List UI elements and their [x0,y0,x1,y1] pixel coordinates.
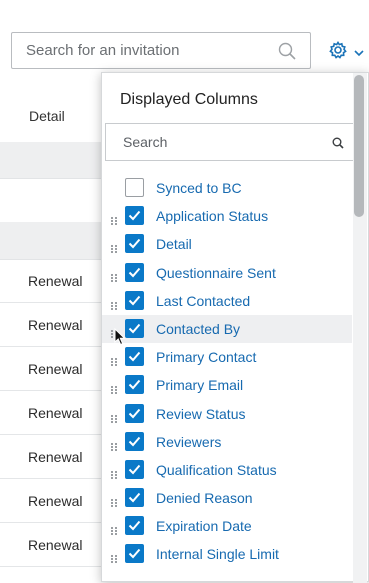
checkmark-icon [128,239,141,249]
drag-handle-icon[interactable] [111,494,117,512]
scrollbar-thumb[interactable] [354,75,364,217]
column-checkbox[interactable] [125,459,144,479]
checkmark-icon [128,436,141,447]
column-option-label: Questionnaire Sent [156,264,276,281]
drag-handle-icon[interactable] [111,212,117,230]
column-option[interactable]: Application Status [102,202,352,230]
column-option-label: Detail [156,236,192,253]
drag-handle-icon[interactable] [111,522,117,540]
row-type: Renewal [28,273,83,289]
checkmark-icon [128,492,141,503]
column-search-box[interactable] [105,123,357,161]
column-search-input[interactable] [106,124,356,160]
checkmark-icon [128,295,141,306]
row-type: Renewal [28,405,83,421]
column-option-list: Synced to BC Application Status Detail Ques… [102,174,352,569]
displayed-columns-panel: Displayed Columns Synced to BC Applicatio… [101,72,369,583]
column-option-label: Review Status [156,405,246,422]
column-option[interactable]: Denied Reason [102,484,352,512]
column-header-detail[interactable]: Detail [29,108,65,124]
checkmark-icon [128,211,141,221]
checkmark-icon [128,464,141,475]
column-option[interactable]: Synced to BC [102,174,352,202]
drag-handle-icon[interactable] [111,438,117,456]
column-option[interactable]: Questionnaire Sent [102,259,352,287]
gear-icon [328,40,348,65]
checkmark-icon [128,549,141,559]
drag-handle-icon[interactable] [111,381,117,399]
column-option-label: Last Contacted [156,292,251,309]
panel-title: Displayed Columns [120,91,258,108]
drag-handle-icon[interactable] [111,240,117,258]
column-checkbox[interactable] [125,318,144,338]
row-type: Renewal [28,449,83,465]
column-option-label: Synced to BC [156,180,242,196]
column-option-label: Contacted By [156,320,241,337]
column-option-label: Primary Contact [156,349,257,366]
column-option-label: Primary Email [156,377,244,394]
column-checkbox[interactable] [125,178,144,197]
column-checkbox[interactable] [125,234,144,254]
column-checkbox[interactable] [125,347,144,367]
chevron-down-icon [354,44,364,62]
checkmark-icon [128,267,141,278]
column-option-label: Denied Reason [156,490,253,507]
column-option[interactable]: Review Status [102,400,352,428]
drag-handle-icon[interactable] [111,269,117,287]
column-option-label: Reviewers [156,433,222,450]
checkmark-icon [128,351,141,362]
drag-handle-icon[interactable] [111,410,117,428]
column-checkbox[interactable] [125,262,144,282]
column-option-label: Internal Single Limit [156,546,279,563]
column-option[interactable]: Internal Single Limit [102,540,352,568]
column-option-label: Application Status [156,208,269,225]
mouse-cursor-icon [114,328,126,346]
column-option[interactable]: Primary Email [102,371,352,399]
column-option[interactable]: Expiration Date [102,512,352,540]
column-option[interactable]: Contacted By [102,314,352,344]
row-type: Renewal [28,317,83,333]
drag-handle-icon[interactable] [111,297,117,315]
column-option-label: Qualification Status [156,461,277,478]
column-checkbox[interactable] [125,403,144,423]
column-checkbox[interactable] [125,375,144,395]
checkmark-icon [128,408,141,418]
column-checkbox[interactable] [125,431,144,451]
column-settings-button[interactable] [322,36,366,64]
search-icon[interactable] [332,136,344,154]
invitation-search-input[interactable] [12,33,310,68]
drag-handle-icon[interactable] [111,466,117,484]
drag-handle-icon[interactable] [111,550,117,568]
column-option[interactable]: Primary Contact [102,343,352,371]
column-option-label: Expiration Date [156,518,252,535]
column-checkbox[interactable] [125,516,144,536]
drag-handle-icon[interactable] [111,353,117,371]
invitation-search-box[interactable] [11,32,311,69]
checkmark-icon [128,380,141,390]
column-checkbox[interactable] [125,290,144,310]
search-icon[interactable] [278,42,296,65]
row-type: Renewal [28,361,83,377]
column-option[interactable]: Last Contacted [102,287,352,315]
column-option[interactable]: Reviewers [102,428,352,456]
checkmark-icon [128,521,141,531]
column-checkbox[interactable] [125,488,144,508]
column-checkbox[interactable] [125,206,144,226]
row-type: Renewal [28,537,83,553]
column-option[interactable]: Qualification Status [102,456,352,484]
row-type: Renewal [28,493,83,509]
checkmark-icon [128,323,141,334]
column-option[interactable]: Detail [102,230,352,258]
column-checkbox[interactable] [125,544,144,564]
